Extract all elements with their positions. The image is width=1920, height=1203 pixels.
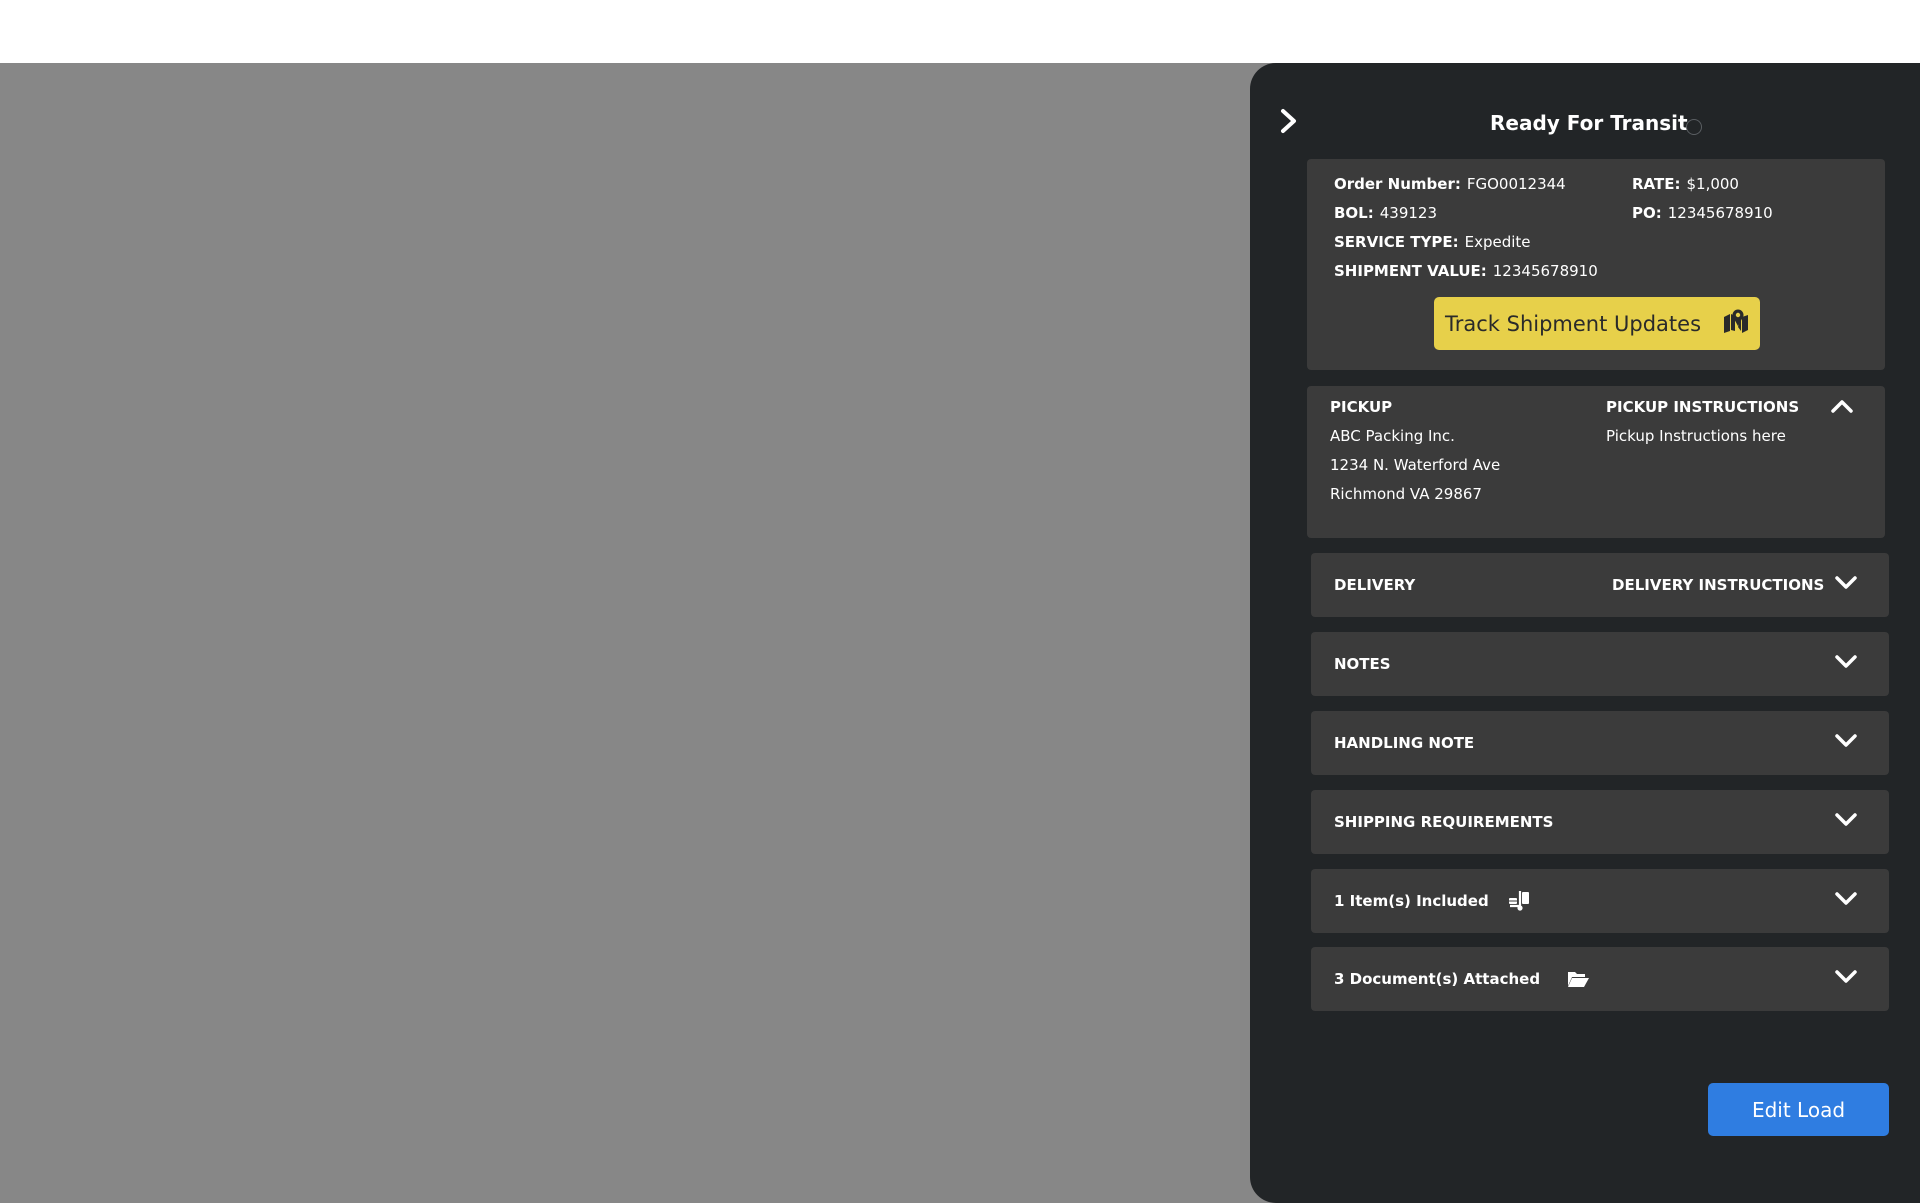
chevron-right-icon bbox=[1278, 108, 1300, 138]
chevron-down-icon bbox=[1834, 654, 1858, 674]
delivery-instructions-heading: DELIVERY INSTRUCTIONS bbox=[1612, 576, 1825, 594]
folder-open-icon bbox=[1566, 968, 1590, 990]
load-detail-panel: Ready For Transit Order Number: FGO00123… bbox=[1250, 63, 1920, 1203]
bol-label: BOL: bbox=[1334, 204, 1374, 222]
chevron-down-icon bbox=[1834, 575, 1858, 595]
status-indicator bbox=[1686, 119, 1702, 135]
chevron-down-icon bbox=[1834, 969, 1858, 989]
chevron-down-icon bbox=[1834, 812, 1858, 832]
items-included-heading: 1 Item(s) Included bbox=[1334, 892, 1489, 910]
bol-row: BOL: 439123 bbox=[1334, 204, 1437, 222]
delivery-section[interactable]: DELIVERY DELIVERY INSTRUCTIONS bbox=[1311, 553, 1889, 617]
shipment-value-row: SHIPMENT VALUE: 12345678910 bbox=[1334, 262, 1598, 280]
pickup-instructions-heading: PICKUP INSTRUCTIONS bbox=[1606, 398, 1800, 416]
order-number-label: Order Number: bbox=[1334, 175, 1461, 193]
items-included-row: 1 Item(s) Included bbox=[1334, 869, 1531, 933]
service-type-value: Expedite bbox=[1464, 233, 1531, 251]
pickup-address-line1: 1234 N. Waterford Ave bbox=[1330, 456, 1501, 474]
items-expand-toggle[interactable] bbox=[1833, 888, 1859, 914]
pickup-collapse-toggle[interactable] bbox=[1829, 395, 1855, 421]
documents-attached-heading: 3 Document(s) Attached bbox=[1334, 970, 1541, 988]
delivery-expand-toggle[interactable] bbox=[1833, 572, 1859, 598]
pickup-instructions-text: Pickup Instructions here bbox=[1606, 427, 1786, 445]
pickup-name: ABC Packing Inc. bbox=[1330, 427, 1455, 445]
po-value: 12345678910 bbox=[1667, 204, 1773, 222]
pickup-section: PICKUP ABC Packing Inc. 1234 N. Waterfor… bbox=[1307, 386, 1885, 538]
order-number-value: FGO0012344 bbox=[1466, 175, 1566, 193]
handling-note-expand-toggle[interactable] bbox=[1833, 730, 1859, 756]
collapse-panel-button[interactable] bbox=[1274, 103, 1304, 143]
status-title: Ready For Transit bbox=[1490, 111, 1688, 135]
handling-note-heading: HANDLING NOTE bbox=[1334, 734, 1475, 752]
shipping-requirements-expand-toggle[interactable] bbox=[1833, 809, 1859, 835]
rate-label: RATE: bbox=[1632, 175, 1681, 193]
top-bar bbox=[0, 0, 1920, 63]
map-marker-icon bbox=[1723, 309, 1749, 338]
pickup-address-line2: Richmond VA 29867 bbox=[1330, 485, 1482, 503]
service-type-row: SERVICE TYPE: Expedite bbox=[1334, 233, 1531, 251]
delivery-heading: DELIVERY bbox=[1334, 576, 1416, 594]
chevron-down-icon bbox=[1834, 733, 1858, 753]
shipping-requirements-section[interactable]: SHIPPING REQUIREMENTS bbox=[1311, 790, 1889, 854]
track-shipment-button[interactable]: Track Shipment Updates bbox=[1434, 297, 1760, 350]
shipment-value-label: SHIPMENT VALUE: bbox=[1334, 262, 1487, 280]
pickup-heading: PICKUP bbox=[1330, 398, 1393, 416]
track-shipment-label: Track Shipment Updates bbox=[1444, 311, 1702, 336]
documents-attached-row: 3 Document(s) Attached bbox=[1334, 947, 1590, 1011]
handling-note-section[interactable]: HANDLING NOTE bbox=[1311, 711, 1889, 775]
rate-value: $1,000 bbox=[1686, 175, 1739, 193]
documents-attached-section[interactable]: 3 Document(s) Attached bbox=[1311, 947, 1889, 1011]
shipping-requirements-heading: SHIPPING REQUIREMENTS bbox=[1334, 813, 1554, 831]
bol-value: 439123 bbox=[1379, 204, 1438, 222]
service-type-label: SERVICE TYPE: bbox=[1334, 233, 1459, 251]
order-number-row: Order Number: FGO0012344 bbox=[1334, 175, 1566, 193]
chevron-up-icon bbox=[1830, 398, 1854, 418]
chevron-down-icon bbox=[1834, 891, 1858, 911]
notes-expand-toggle[interactable] bbox=[1833, 651, 1859, 677]
notes-heading: NOTES bbox=[1334, 655, 1391, 673]
rate-row: RATE: $1,000 bbox=[1632, 175, 1739, 193]
shipment-value-value: 12345678910 bbox=[1492, 262, 1598, 280]
po-row: PO: 12345678910 bbox=[1632, 204, 1773, 222]
documents-expand-toggle[interactable] bbox=[1833, 966, 1859, 992]
hand-truck-icon bbox=[1507, 890, 1531, 912]
items-included-section[interactable]: 1 Item(s) Included bbox=[1311, 869, 1889, 933]
edit-load-button[interactable]: Edit Load bbox=[1708, 1083, 1889, 1136]
order-info-card: Order Number: FGO0012344 BOL: 439123 SER… bbox=[1307, 159, 1885, 370]
po-label: PO: bbox=[1632, 204, 1662, 222]
notes-section[interactable]: NOTES bbox=[1311, 632, 1889, 696]
